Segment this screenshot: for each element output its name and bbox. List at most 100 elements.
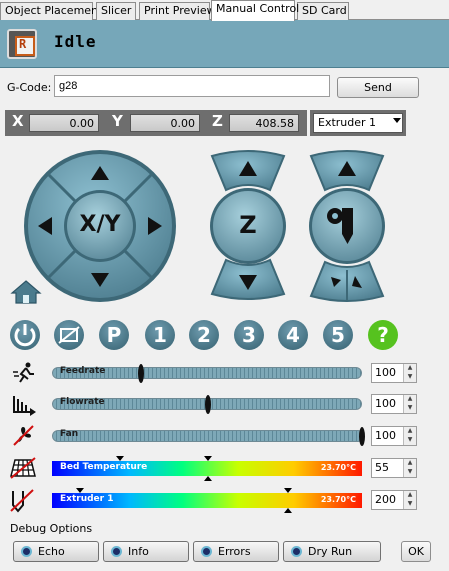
errors-toggle-button[interactable]: Errors	[193, 541, 279, 562]
dry-run-label: Dry Run	[308, 545, 353, 558]
spinner-down-icon[interactable]: ▼	[403, 373, 416, 382]
fan-spinner[interactable]: 100 ▲ ▼	[371, 426, 417, 446]
repetier-logo-icon: R	[7, 29, 37, 59]
xy-label-svg	[90, 234, 112, 264]
bed-temperature-label: Bed Temperature	[60, 462, 148, 472]
errors-label: Errors	[218, 545, 251, 558]
info-led-icon	[111, 546, 122, 557]
feedrate-slider-thumb[interactable]	[138, 364, 145, 383]
function-button-2[interactable]: 2	[189, 320, 219, 350]
spinner-down-icon[interactable]: ▼	[403, 404, 416, 413]
tab-slicer[interactable]: Slicer	[96, 2, 136, 20]
flowrate-icon	[13, 396, 36, 416]
motors-off-icon[interactable]	[54, 320, 84, 350]
fan-icon[interactable]	[12, 424, 38, 446]
function-button-row: P 1 2 3 4 5 ?	[10, 320, 398, 350]
tab-object-placement[interactable]: Object Placement	[0, 2, 102, 20]
fan-value: 100	[375, 429, 396, 442]
function-button-4[interactable]: 4	[278, 320, 308, 350]
fan-slider-thumb[interactable]	[359, 427, 365, 446]
spinner-up-icon[interactable]: ▲	[403, 459, 416, 468]
x-axis-label: X	[12, 112, 24, 130]
dry-run-toggle-button[interactable]: Dry Run	[283, 541, 381, 562]
status-header: R Idle	[0, 20, 449, 68]
gcode-label: G-Code:	[7, 81, 52, 94]
bed-current-marker	[116, 456, 124, 461]
spinner-up-icon[interactable]: ▲	[403, 364, 416, 373]
bed-target-marker[interactable]	[204, 456, 212, 461]
bed-target-spinner[interactable]: 55 ▲ ▼	[371, 458, 417, 478]
echo-toggle-button[interactable]: Echo	[13, 541, 99, 562]
feedrate-slider[interactable]: Feedrate	[52, 364, 362, 383]
tab-bar: Object Placement Slicer Print Preview Ma…	[0, 0, 449, 21]
feedrate-spinner[interactable]: 100 ▲ ▼	[371, 363, 417, 383]
feedrate-value: 100	[375, 366, 396, 379]
svg-text:5: 5	[331, 323, 345, 347]
power-icon[interactable]	[10, 320, 40, 350]
send-button[interactable]: Send	[337, 77, 419, 98]
extruder-current-temperature: 23.70°C	[320, 495, 356, 504]
extruder-target-marker[interactable]	[284, 488, 292, 493]
extruder-current-marker	[76, 488, 84, 493]
park-icon[interactable]: P	[99, 320, 129, 350]
function-button-3[interactable]: 3	[234, 320, 264, 350]
tab-manual-control[interactable]: Manual Control	[211, 0, 299, 21]
fan-label: Fan	[60, 429, 79, 439]
debug-options-label: Debug Options	[10, 522, 93, 535]
flowrate-slider[interactable]: Flowrate	[52, 395, 362, 414]
spinner-up-icon[interactable]: ▲	[403, 491, 416, 500]
extruder-select[interactable]: Extruder 1	[310, 110, 406, 136]
dry-run-led-icon	[291, 546, 302, 557]
flowrate-slider-thumb[interactable]	[205, 395, 211, 414]
svg-text:2: 2	[197, 323, 211, 347]
bed-current-temperature: 23.70°C	[320, 463, 356, 472]
extruder-temperature-bar[interactable]: Extruder 1 23.70°C	[52, 488, 362, 513]
svg-text:4: 4	[286, 323, 300, 347]
extruder-heater-icon[interactable]	[10, 489, 36, 513]
spinner-down-icon[interactable]: ▼	[403, 500, 416, 509]
extruder-temperature-label: Extruder 1	[60, 494, 114, 504]
y-axis-label: Y	[112, 112, 123, 130]
feedrate-icon	[13, 362, 34, 383]
z-jog-label: Z	[239, 211, 257, 239]
printer-status: Idle	[54, 32, 97, 51]
function-button-1[interactable]: 1	[145, 320, 175, 350]
spinner-down-icon[interactable]: ▼	[403, 468, 416, 477]
home-all-icon[interactable]	[10, 279, 42, 305]
bed-target-value: 55	[375, 461, 389, 474]
echo-label: Echo	[38, 545, 65, 558]
svg-text:?: ?	[377, 323, 389, 347]
extruder-target-marker-bottom	[284, 508, 292, 513]
flowrate-label: Flowrate	[60, 397, 105, 407]
x-position: 0.00	[29, 114, 99, 132]
spinner-down-icon[interactable]: ▼	[403, 436, 416, 445]
y-position: 0.00	[130, 114, 200, 132]
info-toggle-button[interactable]: Info	[103, 541, 189, 562]
bed-temperature-bar[interactable]: Bed Temperature 23.70°C	[52, 456, 362, 481]
feedrate-label: Feedrate	[60, 366, 106, 376]
extruder-target-value: 200	[375, 493, 396, 506]
z-axis-label: Z	[212, 112, 223, 130]
gcode-input[interactable]	[54, 75, 330, 97]
extruder-target-spinner[interactable]: 200 ▲ ▼	[371, 490, 417, 510]
position-display: X 0.00 Y 0.00 Z 408.58	[5, 110, 307, 136]
extruder-select-value: Extruder 1	[313, 113, 403, 133]
svg-text:P: P	[107, 323, 122, 347]
spinner-up-icon[interactable]: ▲	[403, 395, 416, 404]
z-position: 408.58	[229, 114, 299, 132]
tab-print-preview[interactable]: Print Preview	[139, 2, 216, 20]
heated-bed-icon[interactable]	[10, 456, 36, 479]
help-icon[interactable]: ?	[368, 320, 398, 350]
chevron-down-icon	[393, 118, 401, 123]
svg-text:3: 3	[242, 323, 256, 347]
flowrate-spinner[interactable]: 100 ▲ ▼	[371, 394, 417, 414]
tab-sd-card[interactable]: SD Card	[297, 2, 349, 20]
function-button-5[interactable]: 5	[323, 320, 353, 350]
spinner-up-icon[interactable]: ▲	[403, 427, 416, 436]
bed-target-marker-bottom	[204, 476, 212, 481]
svg-text:1: 1	[153, 323, 167, 347]
ok-button[interactable]: OK	[401, 541, 431, 562]
xy-jog-label: X/Y	[79, 212, 121, 237]
fan-slider[interactable]: Fan	[52, 427, 365, 446]
extruder-jog-pad[interactable]	[309, 150, 385, 302]
